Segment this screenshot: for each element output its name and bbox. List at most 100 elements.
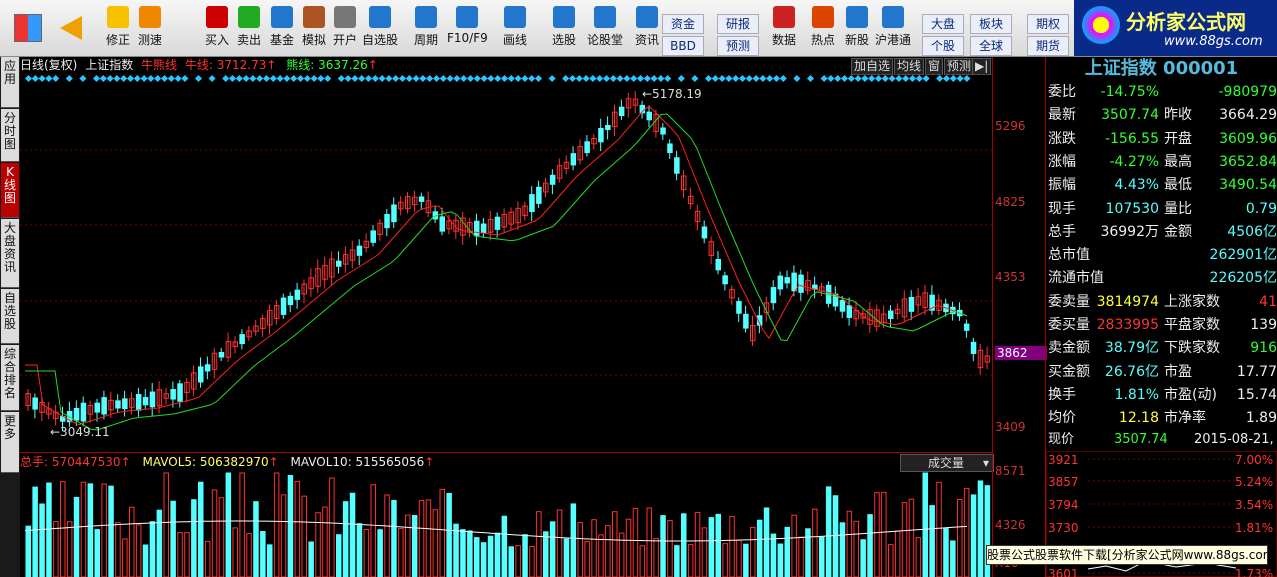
- quote-value-2: -980979: [1218, 84, 1277, 100]
- volume-bar: [901, 502, 908, 577]
- volume-chart[interactable]: [20, 471, 992, 577]
- toolbar-button-10[interactable]: 画线: [495, 6, 535, 54]
- view-button-1[interactable]: 均线: [894, 58, 925, 75]
- toolbar-button-8[interactable]: 周期: [406, 6, 446, 54]
- quote-value-1: -14.75%: [1100, 84, 1159, 100]
- quote-label-1: 委买量: [1048, 317, 1090, 333]
- signal-marker: [895, 74, 903, 83]
- quote-row: 均价 12.18 市净率 1.89: [1046, 407, 1277, 430]
- quote-label-1: 涨幅: [1048, 153, 1076, 170]
- signal-marker: [126, 74, 135, 83]
- volume-bar: [515, 545, 521, 577]
- ma-red-line: [25, 105, 968, 426]
- price-axis: 5296 4825 4353 3862 3409: [992, 57, 1047, 452]
- candle: [529, 194, 535, 213]
- signal-marker: [888, 74, 896, 83]
- signal-marker: [65, 74, 73, 83]
- toolbar-small-0[interactable]: 资金: [662, 14, 704, 34]
- toolbar-button-13[interactable]: 资讯: [627, 6, 667, 54]
- toolbar-small-6[interactable]: 板块: [970, 14, 1012, 34]
- candle: [356, 245, 363, 256]
- signal-marker: [596, 74, 604, 83]
- candle: [384, 213, 390, 229]
- news-icon: [636, 6, 658, 28]
- volume-bar: [508, 546, 514, 577]
- kline-chart[interactable]: ←5178.19 ←3049.11: [20, 74, 992, 452]
- grid-icon[interactable]: [14, 14, 42, 42]
- toolbar-button-11[interactable]: 选股: [544, 6, 584, 54]
- toolbar-small-5[interactable]: 个股: [922, 36, 964, 56]
- candle: [970, 341, 977, 354]
- signal-marker: [283, 74, 291, 83]
- signal-marker: [507, 74, 515, 83]
- quote-row: 总市值 262901亿: [1046, 244, 1277, 267]
- toolbar-button-9[interactable]: F10/F9: [447, 6, 488, 54]
- candle: [239, 334, 245, 345]
- volume-bar: [232, 527, 238, 577]
- volume-bar: [708, 517, 715, 577]
- volume-bar: [356, 523, 363, 577]
- volume-bar: [529, 545, 535, 577]
- quote-label-1: 买金额: [1048, 363, 1090, 380]
- signal-marker: [902, 74, 910, 83]
- quote-value-2: 41: [1259, 293, 1277, 310]
- period-label[interactable]: 日线(复权): [20, 58, 77, 72]
- view-button-0[interactable]: 加自选: [851, 58, 894, 75]
- volume-bar: [915, 537, 922, 577]
- toolbar-small-4[interactable]: 大盘: [922, 14, 964, 34]
- toolbar-small-2[interactable]: 研报: [717, 14, 759, 34]
- volume-bar: [370, 484, 376, 577]
- toolbar-small-3[interactable]: 预测: [717, 36, 759, 56]
- left-tab-6[interactable]: 更多: [1, 412, 19, 473]
- left-tab-0[interactable]: 应用: [1, 57, 19, 108]
- quote-label-1: 最新: [1048, 107, 1076, 124]
- toolbar-small-8[interactable]: 期权: [1027, 14, 1069, 34]
- signal-marker: [460, 74, 468, 83]
- quote-row: 委买量 2833995 平盘家数 139: [1046, 314, 1277, 337]
- signal-marker: [915, 74, 923, 83]
- quote-label-1: 现手: [1048, 200, 1076, 217]
- toolbar-small-1[interactable]: BBD: [662, 36, 704, 56]
- toolbar-button-label: 资讯: [634, 33, 659, 47]
- left-tab-3[interactable]: 大盘资讯: [1, 219, 19, 288]
- toolbar-button-17[interactable]: 沪港通: [873, 6, 913, 54]
- toolbar-small-7[interactable]: 全球: [970, 36, 1012, 56]
- mini-price-tick: 3857: [1048, 475, 1079, 489]
- view-button-2[interactable]: 窗: [925, 58, 944, 75]
- toolbar-small-9[interactable]: 期货: [1027, 36, 1069, 56]
- left-tab-bar: 应用 分时图 K线图 大盘资讯 自选股 综合排名 更多: [0, 57, 20, 577]
- signal-marker: [956, 74, 964, 83]
- collapse-panel-icon[interactable]: ▶|: [972, 58, 992, 75]
- quote-value-1: 12.18: [1118, 410, 1159, 427]
- signal-marker: [317, 74, 325, 83]
- left-tab-4[interactable]: 自选股: [1, 289, 19, 344]
- signal-marker: [174, 74, 182, 83]
- quote-value-1: 38.79亿: [1104, 340, 1159, 357]
- toolbar-button-7[interactable]: 自选股: [360, 6, 400, 54]
- signal-marker: [453, 74, 461, 83]
- toolbar-button-14[interactable]: 数据: [764, 6, 804, 54]
- volume-dropdown[interactable]: 成交量 ▾: [900, 454, 994, 472]
- volume-bar: [432, 509, 439, 577]
- left-tab-2[interactable]: K线图: [1, 163, 19, 218]
- price-tick: 4353: [995, 270, 1026, 284]
- toolbar-button-1[interactable]: 测速: [130, 6, 170, 54]
- back-arrow-icon[interactable]: [60, 16, 82, 40]
- volume-bar: [308, 541, 314, 577]
- footer-banner[interactable]: 股票公式股票软件下载[分析家公式网www.88gs.com]: [986, 545, 1268, 565]
- left-tab-1[interactable]: 分时图: [1, 109, 19, 162]
- toolbar-button-6[interactable]: 开户: [325, 6, 365, 54]
- mini-pct-tick: 1.81%: [1235, 521, 1273, 535]
- quote-row: 总手 36992万 金额 4506亿: [1046, 221, 1277, 244]
- signal-marker: [840, 74, 849, 83]
- volume-bar: [129, 506, 135, 577]
- left-tab-5[interactable]: 综合排名: [1, 345, 19, 411]
- candle: [480, 223, 487, 234]
- view-button-3[interactable]: 预测: [944, 58, 975, 75]
- candle: [204, 364, 211, 372]
- toolbar-button-16[interactable]: 新股: [837, 6, 877, 54]
- candle: [135, 393, 142, 411]
- volume-tick: 4326: [995, 518, 1026, 532]
- volume-bar: [729, 515, 735, 577]
- toolbar-button-12[interactable]: 论股堂: [585, 6, 625, 54]
